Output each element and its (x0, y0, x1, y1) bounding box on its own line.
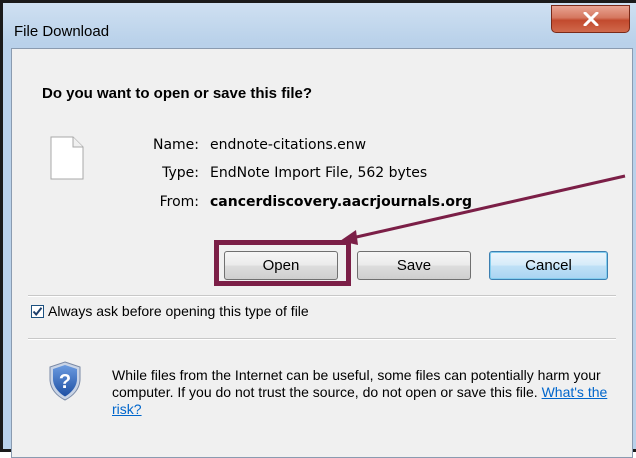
file-type-label: Type: (162, 165, 199, 181)
file-name-label: Name: (152, 137, 199, 153)
security-shield-icon: ? (49, 361, 81, 401)
checkmark-icon (32, 306, 43, 316)
always-ask-label: Always ask before opening this type of f… (48, 303, 309, 319)
dialog-question: Do you want to open or save this file? (42, 85, 313, 102)
window-title: File Download (14, 23, 110, 40)
security-warning: While files from the Internet can be use… (112, 367, 612, 418)
file-from-value: cancerdiscovery.aacrjournals.org (210, 194, 472, 210)
cancel-button[interactable]: Cancel (489, 251, 608, 280)
open-button-highlight (214, 240, 351, 286)
file-name-value: endnote-citations.enw (210, 137, 367, 153)
divider-bottom (28, 338, 616, 340)
file-type-value: EndNote Import File, 562 bytes (210, 165, 428, 181)
file-from-row: From: (12, 194, 199, 216)
always-ask-row[interactable]: Always ask before opening this type of f… (31, 303, 309, 319)
svg-text:?: ? (59, 371, 71, 393)
close-icon (583, 12, 598, 26)
file-from-label: From: (159, 194, 199, 210)
divider-top (28, 295, 616, 297)
title-bar[interactable]: File Download (3, 3, 636, 40)
save-button[interactable]: Save (357, 251, 471, 280)
file-download-window: File Download Do you want to open or sav… (0, 0, 636, 458)
file-name-row: Name: (12, 137, 199, 159)
warning-text: While files from the Internet can be use… (112, 367, 601, 400)
file-type-row: Type: (12, 165, 199, 187)
always-ask-checkbox[interactable] (31, 304, 44, 318)
close-button[interactable] (551, 5, 630, 33)
dialog-body: Do you want to open or save this file? N… (11, 48, 633, 458)
